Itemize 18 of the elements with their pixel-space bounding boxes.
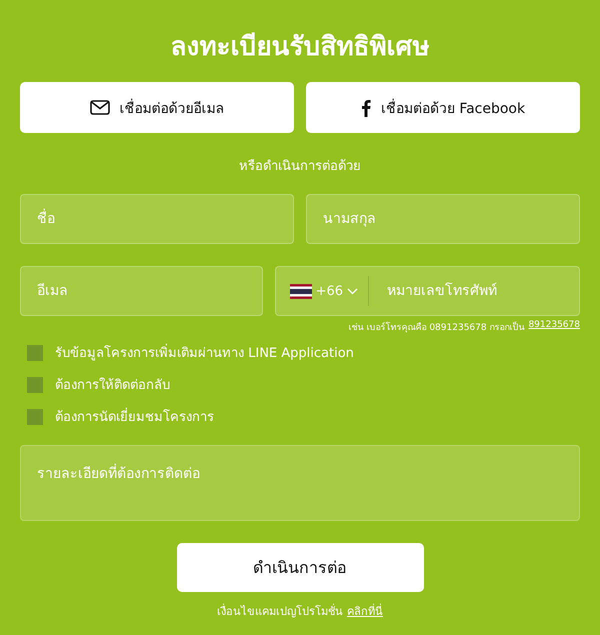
- checkbox[interactable]: [27, 376, 43, 392]
- continue-button[interactable]: ดำเนินการต่อ: [176, 543, 424, 592]
- phone-example: 891235678: [528, 320, 580, 332]
- checkbox-label: ต้องการให้ติดต่อกลับ: [55, 376, 170, 395]
- facebook-connect-button[interactable]: เชื่อมต่อด้วย Facebook: [306, 82, 580, 133]
- facebook-icon: [360, 98, 371, 116]
- footer-text: เงื่อนไขแคมเปญโปรโมชั่น: [217, 602, 343, 620]
- checkbox-label: ต้องการนัดเยี่ยมชมโครงการ: [55, 406, 214, 427]
- checkbox[interactable]: [27, 408, 43, 424]
- email-connect-button[interactable]: เชื่อมต่อด้วยอีเมล: [20, 82, 294, 133]
- divider-text: หรือดำเนินการต่อด้วย: [238, 158, 362, 176]
- phone-hint: เช่น เบอร์โทรคุณคือ 0891235678 กรอกเป็น: [348, 320, 524, 334]
- flag-icon: [290, 284, 312, 298]
- mail-icon: [90, 100, 110, 115]
- checkbox-label: รับข้อมูลโครงการเพิ่มเติมผ่านทาง LINE Application: [55, 342, 354, 363]
- checkbox[interactable]: [27, 344, 43, 360]
- page-title: ลงทะเบียนรับสิทธิพิเศษ: [170, 31, 430, 64]
- chevron-down-icon: [347, 288, 358, 294]
